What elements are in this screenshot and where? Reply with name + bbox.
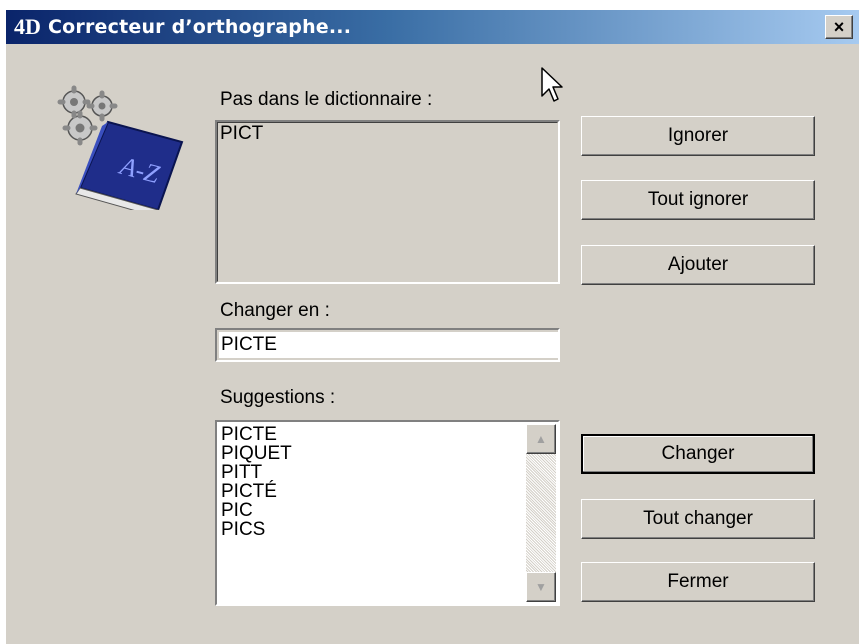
list-item[interactable]: PICTÉ: [220, 482, 526, 501]
mouse-pointer-icon: [541, 67, 563, 102]
suggestions-listbox[interactable]: PICTE PIQUET PITT PICTÉ PIC PICS ▲ ▼: [215, 420, 560, 606]
gears-dictionary-icon: A-Z: [57, 85, 184, 210]
list-item[interactable]: PICTE: [220, 425, 526, 444]
not-in-dictionary-label: Pas dans le dictionnaire :: [220, 89, 433, 110]
scroll-up-button[interactable]: ▲: [526, 424, 556, 454]
spellcheck-dialog: 4D Correcteur d’orthographe... × A-Z Pas: [0, 10, 859, 644]
suggestions-scrollbar[interactable]: ▲ ▼: [526, 424, 556, 602]
misspelled-word: PICT: [220, 123, 264, 144]
change-to-field-frame: [215, 328, 560, 362]
scroll-down-button[interactable]: ▼: [526, 572, 556, 602]
change-all-button[interactable]: Tout changer: [581, 499, 815, 539]
list-item[interactable]: PITT: [220, 463, 526, 482]
suggestions-list: PICTE PIQUET PITT PICTÉ PIC PICS: [220, 425, 526, 539]
suggestions-label: Suggestions :: [220, 387, 336, 408]
title-bar[interactable]: 4D Correcteur d’orthographe... ×: [6, 10, 859, 44]
list-item[interactable]: PICS: [220, 520, 526, 539]
ignore-all-button[interactable]: Tout ignorer: [581, 180, 815, 220]
change-button[interactable]: Changer: [581, 434, 815, 474]
close-window-button[interactable]: ×: [825, 15, 853, 39]
window-left-border: [0, 10, 6, 644]
add-button[interactable]: Ajouter: [581, 245, 815, 285]
change-to-label: Changer en :: [220, 300, 330, 321]
4d-logo-icon: 4D: [14, 14, 41, 39]
window-title: Correcteur d’orthographe...: [48, 16, 352, 38]
change-to-input[interactable]: [219, 332, 559, 358]
close-button[interactable]: Fermer: [581, 562, 815, 602]
not-in-dictionary-box: PICT: [215, 120, 560, 284]
list-item[interactable]: PIQUET: [220, 444, 526, 463]
ignore-button[interactable]: Ignorer: [581, 116, 815, 156]
list-item[interactable]: PIC: [220, 501, 526, 520]
